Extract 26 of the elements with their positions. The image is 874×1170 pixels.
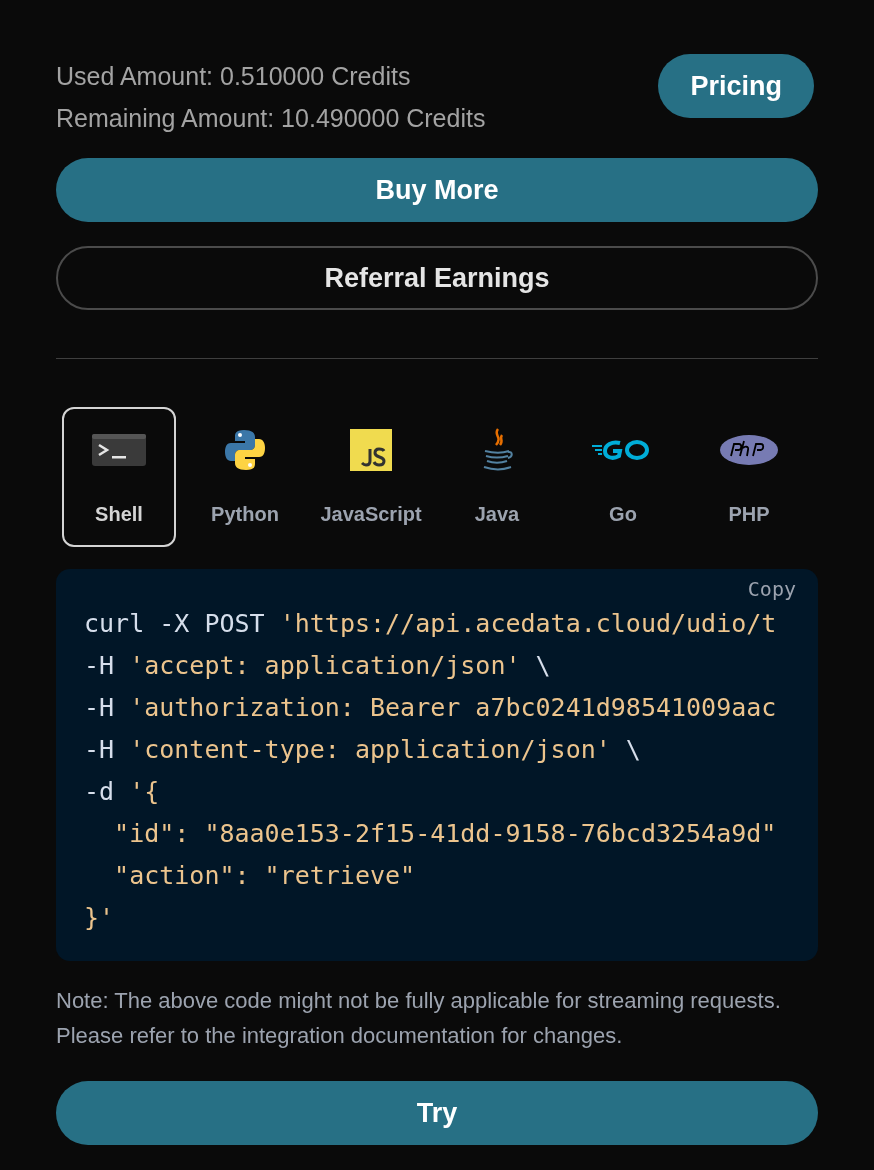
language-tab[interactable]: PHP	[692, 407, 806, 547]
language-tab[interactable]: Java	[440, 407, 554, 547]
python-icon	[223, 428, 267, 472]
code-line: curl -X POST 'https://api.acedata.cloud/udio/t	[84, 608, 777, 640]
code-line: }'	[84, 902, 115, 934]
terminal-icon	[92, 434, 146, 466]
code-line: -H 'authorization: Bearer a7bc0241d98541009aac	[84, 692, 777, 724]
try-button[interactable]: Try	[56, 1081, 818, 1145]
note-text: Note: The above code might not be fully applicable for streaming requests. Please refer to the integration documentation for changes.	[56, 987, 782, 1050]
referral-earnings-button[interactable]: Referral Earnings	[56, 246, 818, 310]
code-line: -H 'accept: application/json' \	[84, 650, 551, 682]
php-logo-icon	[719, 434, 779, 466]
copy-button[interactable]: Copy	[739, 577, 804, 601]
js-logo-icon	[350, 429, 392, 471]
language-tab[interactable]: JavaScript	[314, 407, 428, 547]
buy-more-button[interactable]: Buy More	[56, 158, 818, 222]
code-line: "id": "8aa0e153-2f15-41dd-9158-76bcd3254a9d"	[113, 818, 777, 850]
used-amount-text: Used Amount: 0.510000 Credits	[56, 61, 412, 92]
code-line: "action": "retrieve"	[113, 860, 416, 892]
code-line: -d '{	[84, 776, 160, 808]
code-line: -H 'content-type: application/json' \	[84, 734, 641, 766]
language-tab[interactable]: Python	[188, 407, 302, 547]
language-tab[interactable]: Shell	[62, 407, 176, 547]
remaining-amount-text: Remaining Amount: 10.490000 Credits	[56, 103, 486, 134]
language-tab[interactable]: Go	[566, 407, 680, 547]
pricing-button[interactable]: Pricing	[658, 54, 814, 118]
